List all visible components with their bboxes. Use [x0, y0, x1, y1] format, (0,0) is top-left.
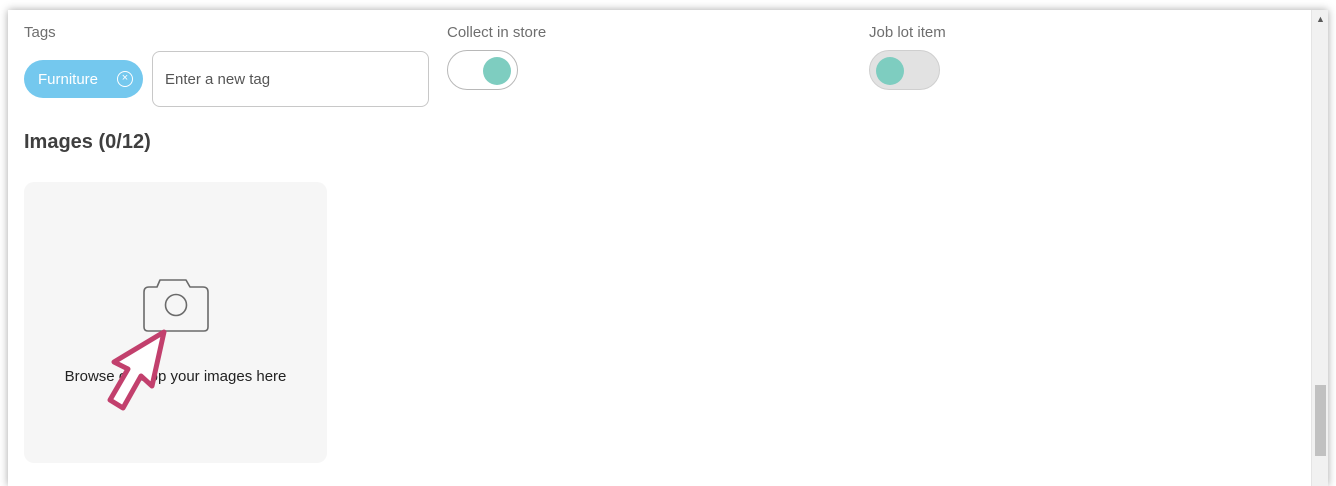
tag-chip-label: Furniture — [38, 70, 99, 88]
scrollbar-thumb[interactable] — [1315, 385, 1326, 456]
remove-tag-icon[interactable]: × — [117, 71, 133, 87]
pointer-cursor-icon — [107, 329, 167, 411]
scroll-up-arrow-icon[interactable]: ▲ — [1312, 12, 1328, 26]
dropzone-text: Browse or drop your images here — [64, 368, 287, 385]
vertical-scrollbar[interactable]: ▲ — [1311, 10, 1328, 486]
product-form-panel: Tags Furniture × Collect in store Job lo… — [8, 10, 1328, 486]
job-lot-item-toggle[interactable] — [869, 50, 940, 90]
tags-label: Tags — [24, 24, 56, 41]
collect-in-store-label: Collect in store — [447, 24, 547, 41]
images-section-title: Images (0/12) — [24, 131, 151, 153]
job-lot-item-label: Job lot item — [869, 24, 946, 41]
collect-in-store-toggle[interactable] — [447, 50, 518, 90]
image-dropzone[interactable]: Browse or drop your images here — [24, 182, 327, 463]
new-tag-input[interactable] — [152, 51, 429, 107]
toggle-knob — [483, 57, 511, 85]
tag-chip-furniture: Furniture × — [24, 60, 143, 98]
camera-icon — [143, 279, 209, 332]
toggle-knob — [876, 57, 904, 85]
